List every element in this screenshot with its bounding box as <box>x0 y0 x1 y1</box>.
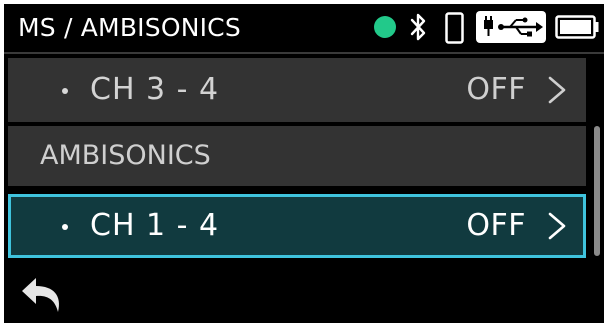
usb-power-icon <box>476 11 546 43</box>
section-header-ambisonics: AMBISONICS <box>8 126 586 186</box>
phone-icon <box>445 12 464 44</box>
list-item-label: CH 3 - 4 <box>90 72 220 107</box>
list-item-ch1-4[interactable]: CH 1 - 4 OFF <box>8 194 586 258</box>
section-title: AMBISONICS <box>40 140 211 171</box>
header-bar: MS / AMBISONICS <box>4 4 604 54</box>
bullet-icon <box>62 224 68 230</box>
list-item-value: OFF <box>466 208 526 243</box>
chevron-right-icon <box>548 212 566 240</box>
page-title: MS / AMBISONICS <box>18 13 241 42</box>
back-arrow-icon[interactable] <box>18 272 66 318</box>
status-dot-icon <box>374 16 396 38</box>
bullet-icon <box>62 88 68 94</box>
list-item-value: OFF <box>466 72 526 107</box>
battery-icon <box>555 15 599 39</box>
bluetooth-icon <box>410 13 426 41</box>
device-screen: MS / AMBISONICS CH 3 - 4 OFF AMBISONICS … <box>4 4 604 323</box>
scrollbar[interactable] <box>594 126 600 256</box>
list-item-ch3-4[interactable]: CH 3 - 4 OFF <box>8 58 586 122</box>
chevron-right-icon <box>548 76 566 104</box>
list-item-label: CH 1 - 4 <box>90 208 220 243</box>
